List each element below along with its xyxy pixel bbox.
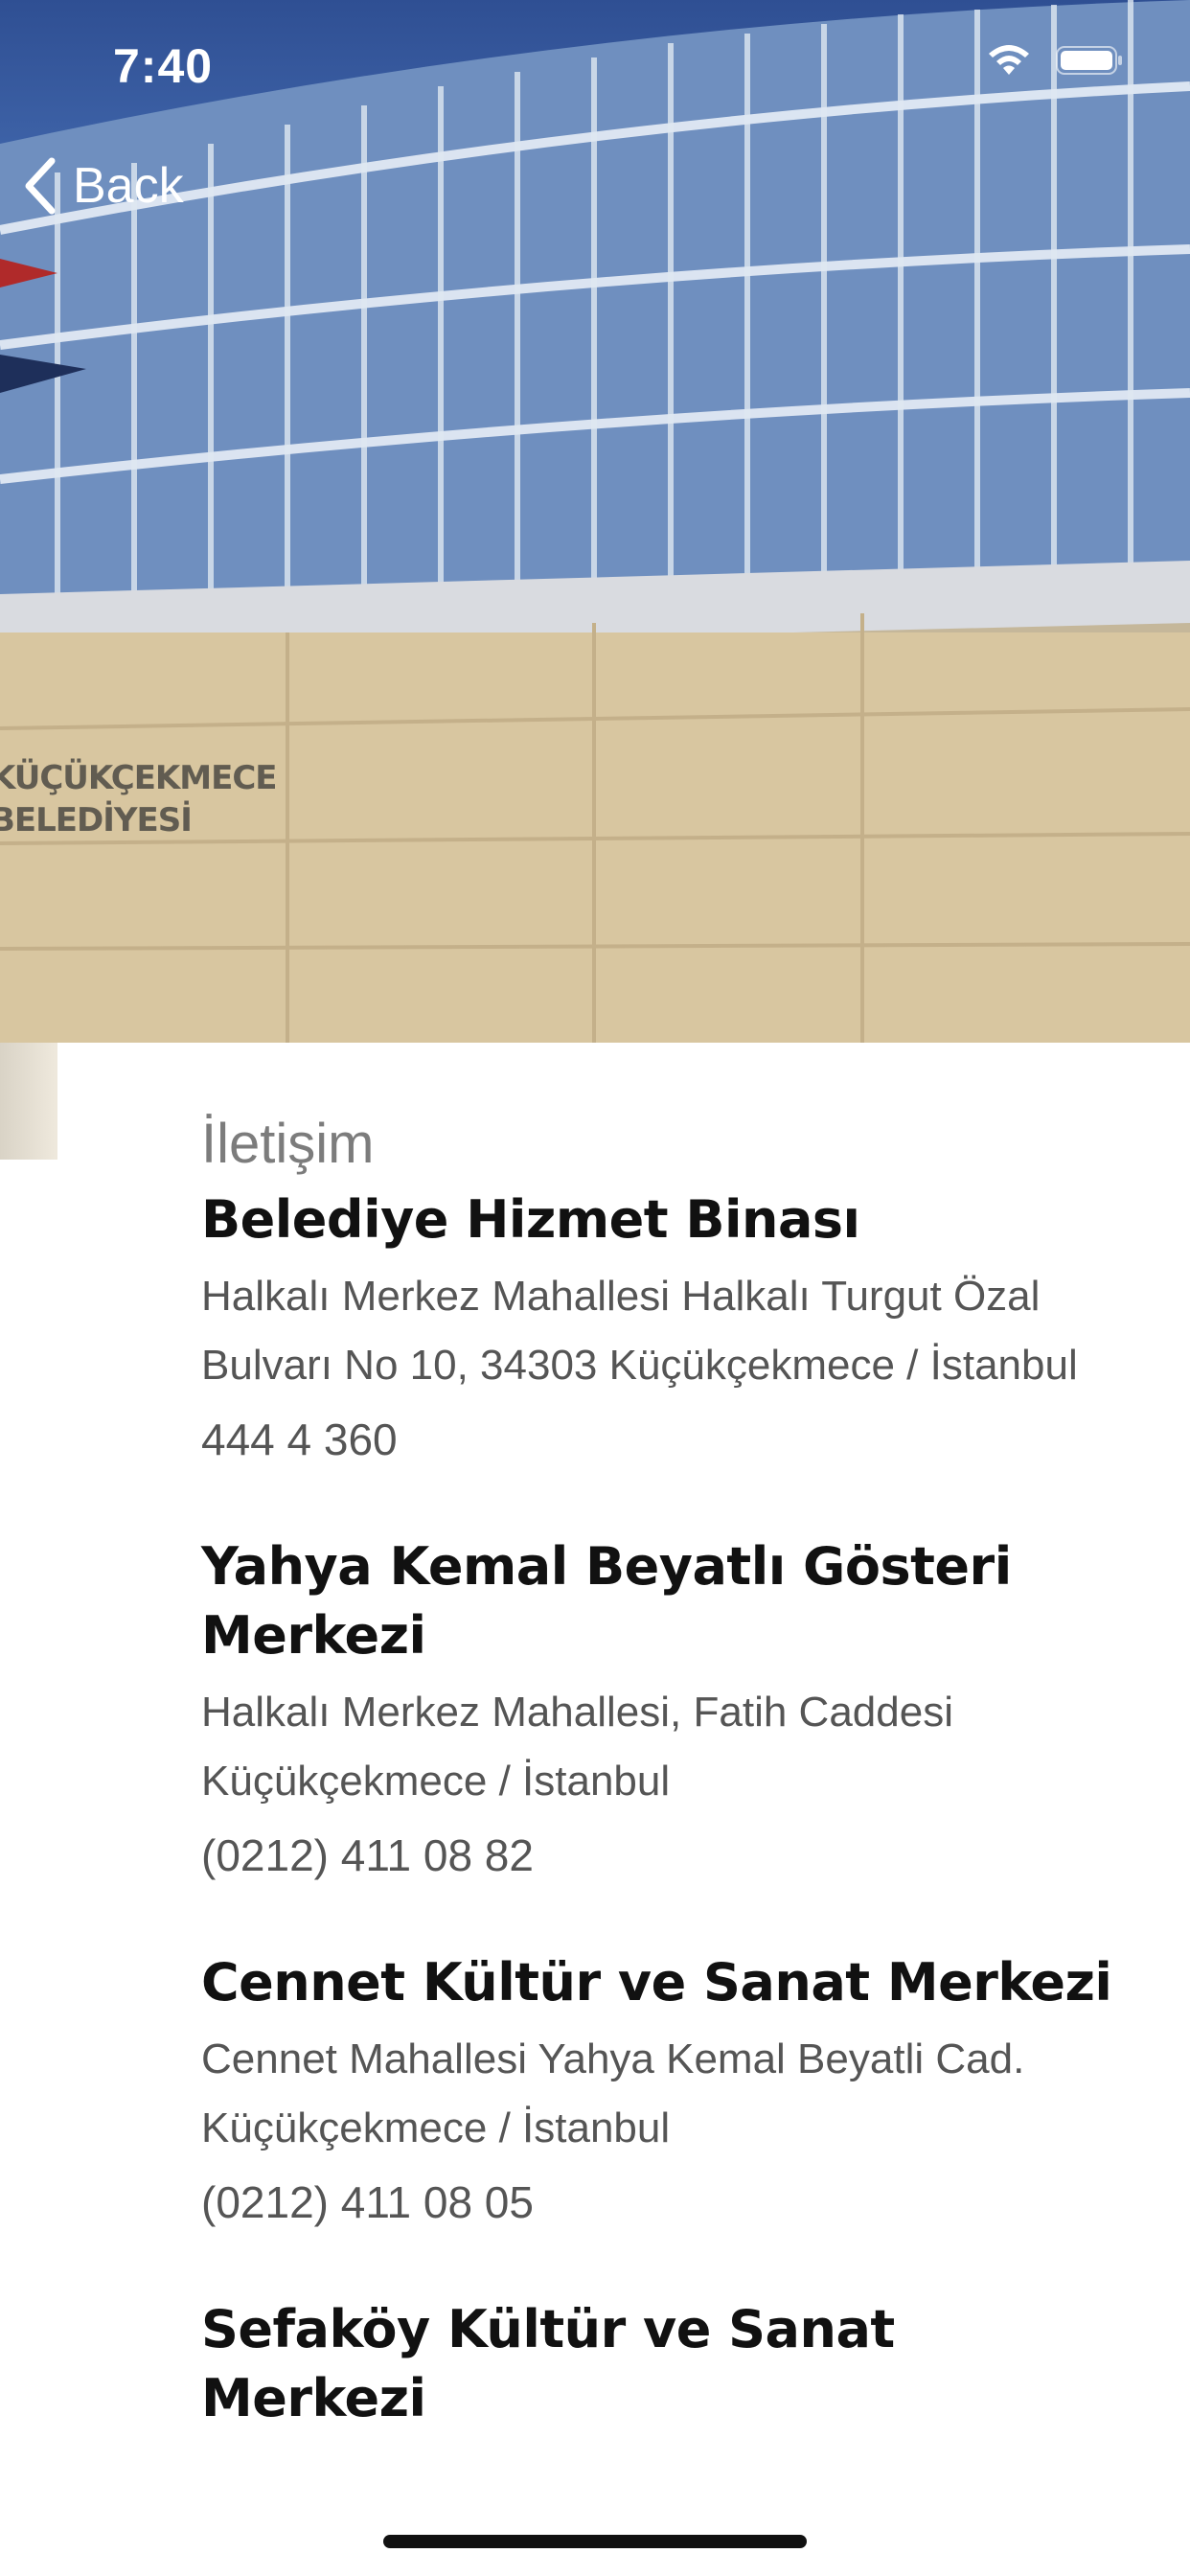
screen: KÜÇÜKÇEKMECE BELEDİYESİ 7:40 Back İletiş…: [0, 0, 1190, 2576]
status-time: 7:40: [113, 39, 214, 93]
contact-list: İletişim Belediye Hizmet Binası Halkalı …: [201, 1112, 1131, 2500]
location-card: Belediye Hizmet Binası Halkalı Merkez Ma…: [201, 1185, 1131, 1465]
location-card: Cennet Kültür ve Sanat Merkezi Cennet Ma…: [201, 1948, 1131, 2228]
back-label: Back: [73, 158, 184, 214]
hero-sign-text: KÜÇÜKÇEKMECE BELEDİYESİ: [0, 759, 278, 840]
location-card: Sefaköy Kültür ve Sanat Merkezi: [201, 2295, 1131, 2433]
location-card: Yahya Kemal Beyatlı Gösteri Merkezi Halk…: [201, 1532, 1131, 1881]
location-address: Halkalı Merkez Mahallesi, Fatih Caddesi …: [201, 1689, 953, 1805]
location-name: Sefaköy Kültür ve Sanat Merkezi: [201, 2299, 895, 2428]
location-name: Belediye Hizmet Binası: [201, 1189, 860, 1250]
location-phone[interactable]: (0212) 411 08 82: [201, 1829, 1131, 1881]
location-name: Yahya Kemal Beyatlı Gösteri Merkezi: [201, 1536, 1012, 1666]
chevron-left-icon: [25, 157, 56, 215]
back-button[interactable]: Back: [21, 155, 184, 217]
home-indicator[interactable]: [383, 2535, 807, 2548]
location-name: Cennet Kültür ve Sanat Merkezi: [201, 1952, 1112, 2012]
section-heading: İletişim: [201, 1113, 375, 1175]
location-address: Halkalı Merkez Mahallesi Halkalı Turgut …: [201, 1273, 1078, 1389]
location-phone[interactable]: (0212) 411 08 05: [201, 2176, 1131, 2228]
location-phone[interactable]: 444 4 360: [201, 1414, 1131, 1465]
battery-icon: [1056, 46, 1122, 75]
status-icons: [985, 42, 1123, 79]
hero-sliver: [0, 1043, 57, 1160]
wifi-icon: [989, 45, 1029, 75]
location-address: Cennet Mahallesi Yahya Kemal Beyatli Cad…: [201, 2036, 1025, 2151]
